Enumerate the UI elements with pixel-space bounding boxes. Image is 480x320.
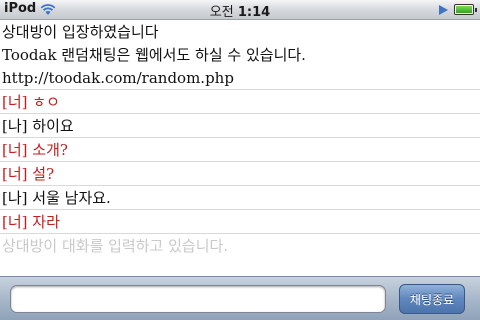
end-chat-button[interactable]: 채팅종료 bbox=[399, 284, 465, 314]
typing-indicator: 상대방이 대화를 입력하고 있습니다. bbox=[2, 237, 229, 255]
speaker-tag: [너] bbox=[2, 165, 28, 183]
speaker-tag: [나] bbox=[2, 117, 28, 135]
chat-message: [너] 자라 bbox=[0, 210, 480, 234]
battery-icon bbox=[454, 4, 477, 15]
message-input[interactable] bbox=[10, 285, 386, 313]
system-url: http://toodak.com/random.php bbox=[0, 66, 480, 90]
time-ampm: 오전 bbox=[209, 5, 234, 20]
chat-message: [너] ㅎㅇ bbox=[0, 90, 480, 114]
time-clock: 1:14 bbox=[237, 5, 271, 20]
message-text: 자라 bbox=[27, 213, 60, 231]
speaker-tag: [너] bbox=[2, 141, 28, 159]
chat-message: [나] 서울 남자요. bbox=[0, 186, 480, 210]
speaker-tag: [너] bbox=[2, 93, 28, 111]
system-message: 상대방이 입장하였습니다 bbox=[2, 23, 159, 41]
chat-message: [너] 설? bbox=[0, 162, 480, 186]
message-text: 서울 남자요. bbox=[27, 189, 111, 207]
status-time: 오전 1:14 bbox=[0, 1, 480, 20]
message-text: 하이요 bbox=[27, 117, 74, 135]
speaker-tag: [너] bbox=[2, 213, 28, 231]
chat-log[interactable]: 상대방이 입장하였습니다 Toodak 랜덤채팅은 웹에서도 하실 수 있습니다… bbox=[0, 20, 480, 276]
chat-message: [나] 하이요 bbox=[0, 114, 480, 138]
chat-message: [너] 소개? bbox=[0, 138, 480, 162]
speaker-tag: [나] bbox=[2, 189, 28, 207]
message-text: 설? bbox=[27, 165, 55, 183]
message-text: 소개? bbox=[27, 141, 68, 159]
play-icon bbox=[439, 5, 448, 15]
message-text: ㅎㅇ bbox=[27, 93, 60, 111]
system-message: Toodak 랜덤채팅은 웹에서도 하실 수 있습니다. bbox=[2, 46, 306, 64]
status-bar: iPod 오전 1:14 bbox=[0, 0, 480, 20]
input-bar: 채팅종료 bbox=[0, 276, 480, 320]
